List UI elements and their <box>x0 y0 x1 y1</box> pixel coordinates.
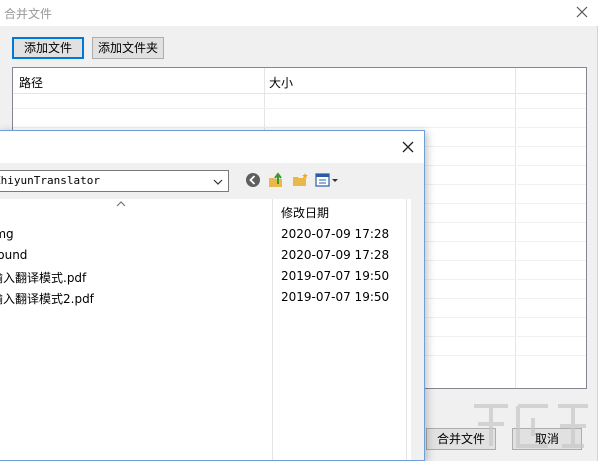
file-name: 输入翻译模式.pdf <box>0 271 87 285</box>
merge-window-titlebar: 合并文件 <box>0 0 598 26</box>
open-file-dialog: ZhiyunTranslator 修改日期 类 img 2020-07-09 1… <box>0 130 425 461</box>
file-row[interactable]: sound 2020-07-09 17:28 F <box>0 245 421 266</box>
look-in-value: ZhiyunTranslator <box>0 174 100 187</box>
watermark-logo <box>474 404 588 448</box>
chevron-down-icon[interactable] <box>212 176 224 188</box>
column-header-size[interactable]: 大小 <box>269 74 293 91</box>
file-row[interactable]: img 2020-07-09 17:28 F <box>0 224 421 245</box>
new-folder-icon[interactable] <box>291 171 309 189</box>
file-date: 2020-07-09 17:28 <box>281 248 390 262</box>
file-row[interactable]: 输入翻译模式2.pdf 2019-07-07 19:50 F <box>0 287 421 308</box>
look-in-combobox[interactable]: ZhiyunTranslator <box>0 170 229 192</box>
file-list-header: 修改日期 类 <box>0 199 424 223</box>
column-header-date[interactable]: 修改日期 <box>281 204 329 221</box>
file-row[interactable]: 输入翻译模式.pdf 2019-07-07 19:50 F <box>0 266 421 287</box>
column-divider[interactable] <box>515 68 516 388</box>
file-date: 2019-07-07 19:50 <box>281 269 390 283</box>
close-icon[interactable] <box>400 139 416 155</box>
merge-list-header: 路径 大小 <box>13 68 586 94</box>
column-header-path[interactable]: 路径 <box>19 74 43 91</box>
vertical-scrollbar[interactable] <box>411 199 424 460</box>
close-icon[interactable] <box>574 4 590 20</box>
file-date: 2020-07-09 17:28 <box>281 227 390 241</box>
dialog-titlebar <box>0 131 424 163</box>
dialog-toolbar: ZhiyunTranslator <box>0 163 424 199</box>
back-icon[interactable] <box>244 171 262 189</box>
file-date: 2019-07-07 19:50 <box>281 290 390 304</box>
views-menu-icon[interactable] <box>315 171 339 189</box>
file-name: sound <box>0 248 28 262</box>
merge-window-title: 合并文件 <box>4 7 53 21</box>
file-name: img <box>0 227 14 241</box>
file-list-pane[interactable]: 修改日期 类 img 2020-07-09 17:28 F sound 2020… <box>0 199 424 460</box>
up-folder-icon[interactable] <box>267 171 285 189</box>
file-name: 输入翻译模式2.pdf <box>0 292 94 306</box>
grid-line <box>13 108 586 109</box>
grid-line <box>13 127 586 128</box>
add-folder-button[interactable]: 添加文件夹 <box>92 37 164 59</box>
add-file-button[interactable]: 添加文件 <box>12 37 84 59</box>
sort-ascending-icon <box>115 197 127 207</box>
